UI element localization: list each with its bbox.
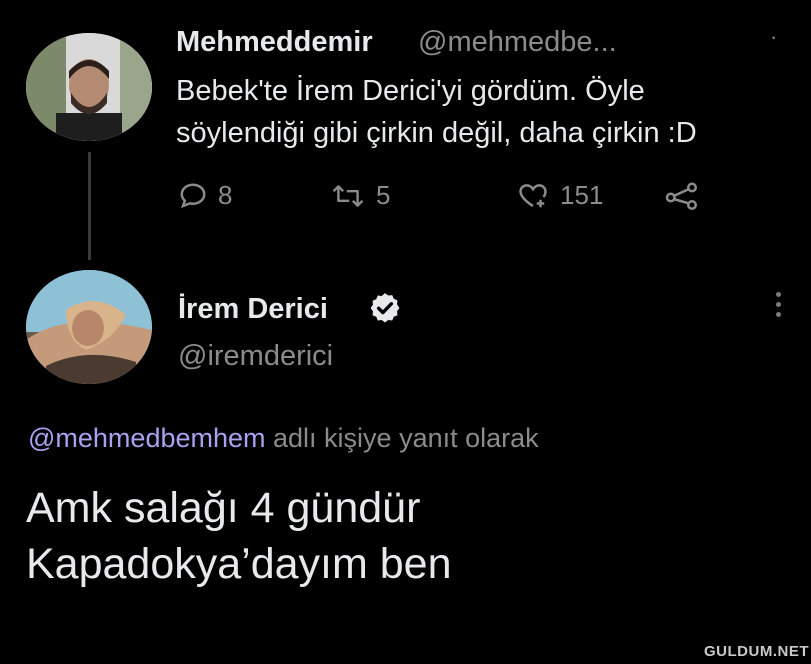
avatar-photo [26, 33, 152, 141]
share-icon [664, 180, 700, 210]
tweet2-text: Amk salağı 4 gündür Kapadokya’dayım ben [26, 484, 452, 588]
avatar-photo [26, 270, 152, 384]
reply-to-mention[interactable]: @mehmedbemhem [28, 423, 266, 453]
replying-to-line: @mehmedbemhem adlı kişiye yanıt olarak [28, 423, 539, 454]
tweet1-menu-dot: · [770, 24, 778, 49]
share-button[interactable] [664, 180, 700, 210]
avatar-mehmeddemir[interactable] [26, 33, 152, 141]
like-add-icon [516, 181, 550, 211]
tweet1-author-handle[interactable]: @mehmedbe... [418, 26, 617, 59]
reply-icon [178, 181, 208, 211]
like-count: 151 [560, 180, 604, 210]
thread-connector-line [88, 152, 91, 260]
avatar-iremderici[interactable] [26, 270, 152, 384]
retweet-count: 5 [376, 180, 391, 210]
watermark: GULDUM.NET [704, 643, 809, 660]
tweet1-author-name[interactable]: Mehmeddemir [176, 26, 373, 59]
tweet1-text: Bebek'te İrem Derici'yi gördüm. Öyle söy… [176, 75, 697, 149]
retweet-icon [330, 181, 366, 211]
retweet-button[interactable]: 5 [330, 180, 390, 211]
tweet2-author-name[interactable]: İrem Derici [178, 293, 328, 326]
reply-button[interactable]: 8 [178, 180, 232, 211]
verified-badge-icon [368, 291, 402, 330]
like-button[interactable]: 151 [516, 180, 603, 211]
tweet2-author-handle[interactable]: @iremderici [178, 340, 333, 373]
more-options-icon[interactable] [774, 292, 784, 322]
reply-count: 8 [218, 180, 233, 210]
reply-to-suffix: adlı kişiye yanıt olarak [265, 423, 539, 453]
